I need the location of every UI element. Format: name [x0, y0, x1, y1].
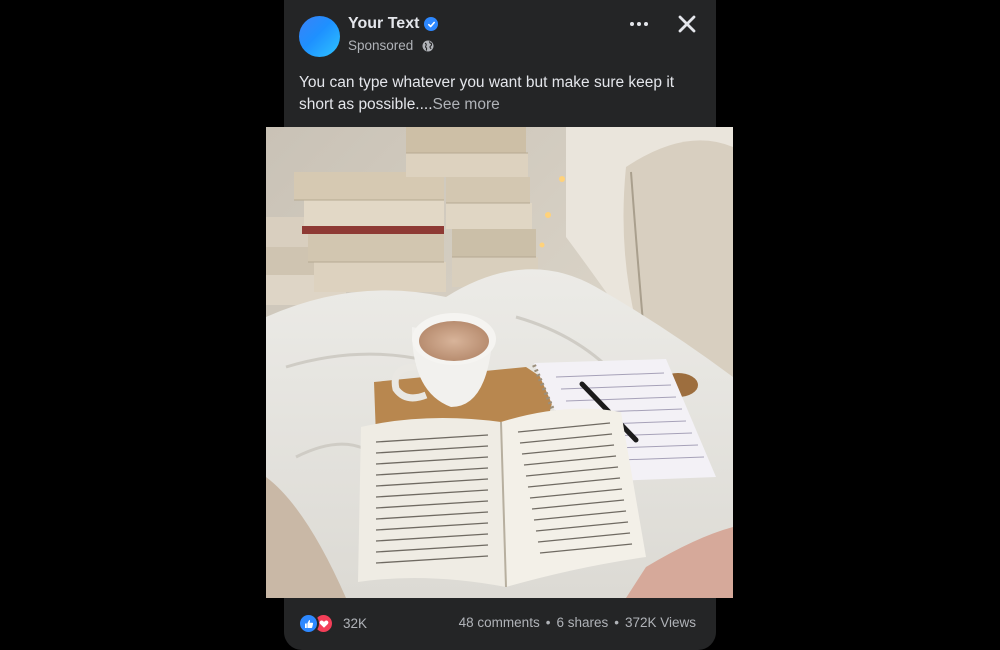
- post-meta: Sponsored: [348, 38, 434, 53]
- sponsored-post-card: Your Text Sponsored You can type whateve…: [266, 0, 733, 650]
- close-icon[interactable]: [676, 13, 698, 35]
- page-name-link[interactable]: Your Text: [348, 15, 419, 33]
- post-header-title: Your Text: [348, 15, 439, 33]
- see-more-link[interactable]: See more: [433, 96, 500, 113]
- sponsored-label[interactable]: Sponsored: [348, 38, 413, 53]
- like-reaction-icon: [298, 613, 319, 634]
- verified-badge-icon: [424, 17, 439, 31]
- globe-icon: [422, 40, 434, 52]
- comments-count[interactable]: 48 comments: [459, 615, 540, 630]
- separator: •: [614, 615, 619, 630]
- views-count: 372K Views: [624, 615, 696, 630]
- engagement-summary: 48 comments • 6 shares • 372K Views: [459, 615, 696, 630]
- open-book: [358, 408, 646, 588]
- reactions-summary[interactable]: 32K: [298, 613, 367, 634]
- post-image[interactable]: [266, 127, 733, 598]
- post-body: You can type whatever you want but make …: [299, 72, 699, 116]
- page-avatar[interactable]: [299, 16, 340, 57]
- reaction-count: 32K: [343, 616, 368, 631]
- post-stats-bar: 32K 48 comments • 6 shares • 372K Views: [284, 610, 716, 636]
- separator: •: [545, 615, 551, 630]
- shares-count[interactable]: 6 shares: [556, 615, 608, 630]
- more-options-icon[interactable]: [628, 16, 650, 32]
